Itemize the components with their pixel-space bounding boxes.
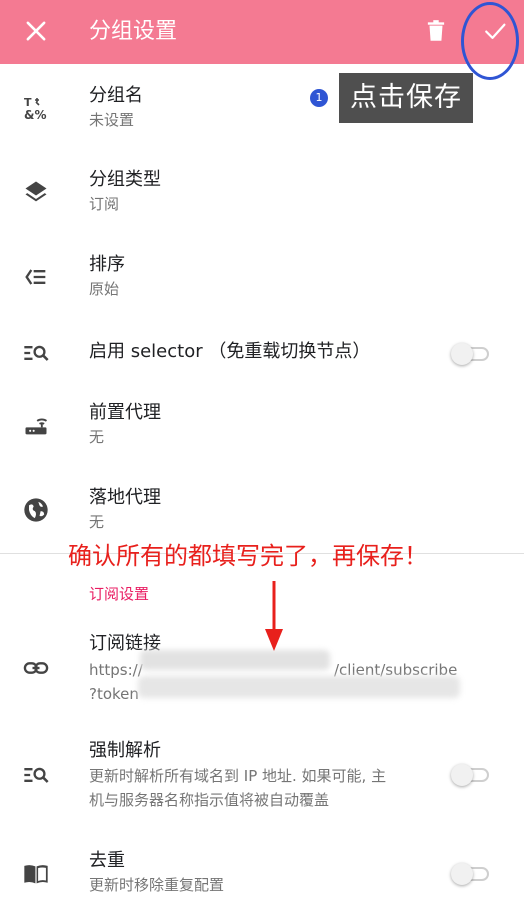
- item-subtitle: 无: [89, 428, 105, 446]
- toggle-knob: [451, 764, 473, 786]
- item-subtitle: 订阅: [89, 195, 120, 213]
- page-title: 分组设置: [89, 19, 178, 44]
- highlight-circle: [461, 2, 519, 80]
- item-subtitle: 更新时移除重复配置: [89, 876, 225, 894]
- save-hint-tooltip: 点击保存: [339, 73, 473, 123]
- landing-proxy-item[interactable]: 落地代理 无: [0, 482, 524, 542]
- link-icon: [22, 654, 50, 682]
- step-badge: 1: [310, 89, 328, 107]
- link-url-start: https://: [89, 661, 143, 679]
- item-title: 前置代理: [89, 402, 161, 423]
- sort-item[interactable]: 排序 原始: [0, 249, 524, 309]
- globe-icon: [22, 496, 50, 524]
- item-subtitle: 无: [89, 513, 105, 531]
- redaction-blur: [138, 676, 460, 698]
- close-icon[interactable]: [22, 16, 50, 46]
- link-url-token: ?token: [89, 685, 139, 703]
- dedupe-toggle[interactable]: [451, 863, 489, 885]
- arrow-down-icon: [262, 581, 286, 653]
- dedupe-item[interactable]: 去重 更新时移除重复配置: [0, 847, 524, 907]
- section-header: 订阅设置: [89, 585, 150, 603]
- toggle-knob: [451, 343, 473, 365]
- item-subtitle: 原始: [89, 280, 120, 298]
- redaction-blur: [140, 650, 330, 670]
- item-subtitle-line2: 机与服务器名称指示值将被自动覆盖: [89, 791, 330, 809]
- item-title: 分组名: [89, 85, 143, 106]
- search-list-icon: [22, 761, 50, 789]
- search-list-icon: [22, 339, 50, 367]
- group-type-item[interactable]: 分组类型 订阅: [0, 164, 524, 224]
- router-icon: [22, 411, 50, 439]
- item-title: 分组类型: [89, 169, 161, 190]
- item-subtitle-line1: 更新时解析所有域名到 IP 地址. 如果可能, 主: [89, 767, 387, 785]
- book-icon: [22, 860, 50, 888]
- svg-text:&%: &%: [24, 108, 47, 122]
- item-title: 强制解析: [89, 740, 161, 761]
- selector-toggle[interactable]: [451, 343, 489, 365]
- trash-icon[interactable]: [423, 17, 449, 45]
- text-rename-icon: T &%: [22, 94, 50, 122]
- item-subtitle: 未设置: [89, 111, 135, 129]
- layers-icon: [22, 178, 50, 206]
- item-title: 落地代理: [89, 487, 161, 508]
- enable-selector-item[interactable]: 启用 selector （免重载切换节点）: [0, 334, 524, 374]
- item-title: 启用 selector （免重载切换节点）: [89, 341, 371, 362]
- app-bar: 分组设置: [0, 0, 524, 64]
- force-resolve-toggle[interactable]: [451, 764, 489, 786]
- force-resolve-item[interactable]: 强制解析 更新时解析所有域名到 IP 地址. 如果可能, 主 机与服务器名称指示…: [0, 737, 524, 817]
- front-proxy-item[interactable]: 前置代理 无: [0, 397, 524, 457]
- item-title: 排序: [89, 254, 125, 275]
- item-title: 去重: [89, 850, 125, 871]
- annotation-note: 确认所有的都填写完了，再保存！: [68, 542, 428, 570]
- toggle-knob: [451, 863, 473, 885]
- sort-icon: [22, 263, 50, 291]
